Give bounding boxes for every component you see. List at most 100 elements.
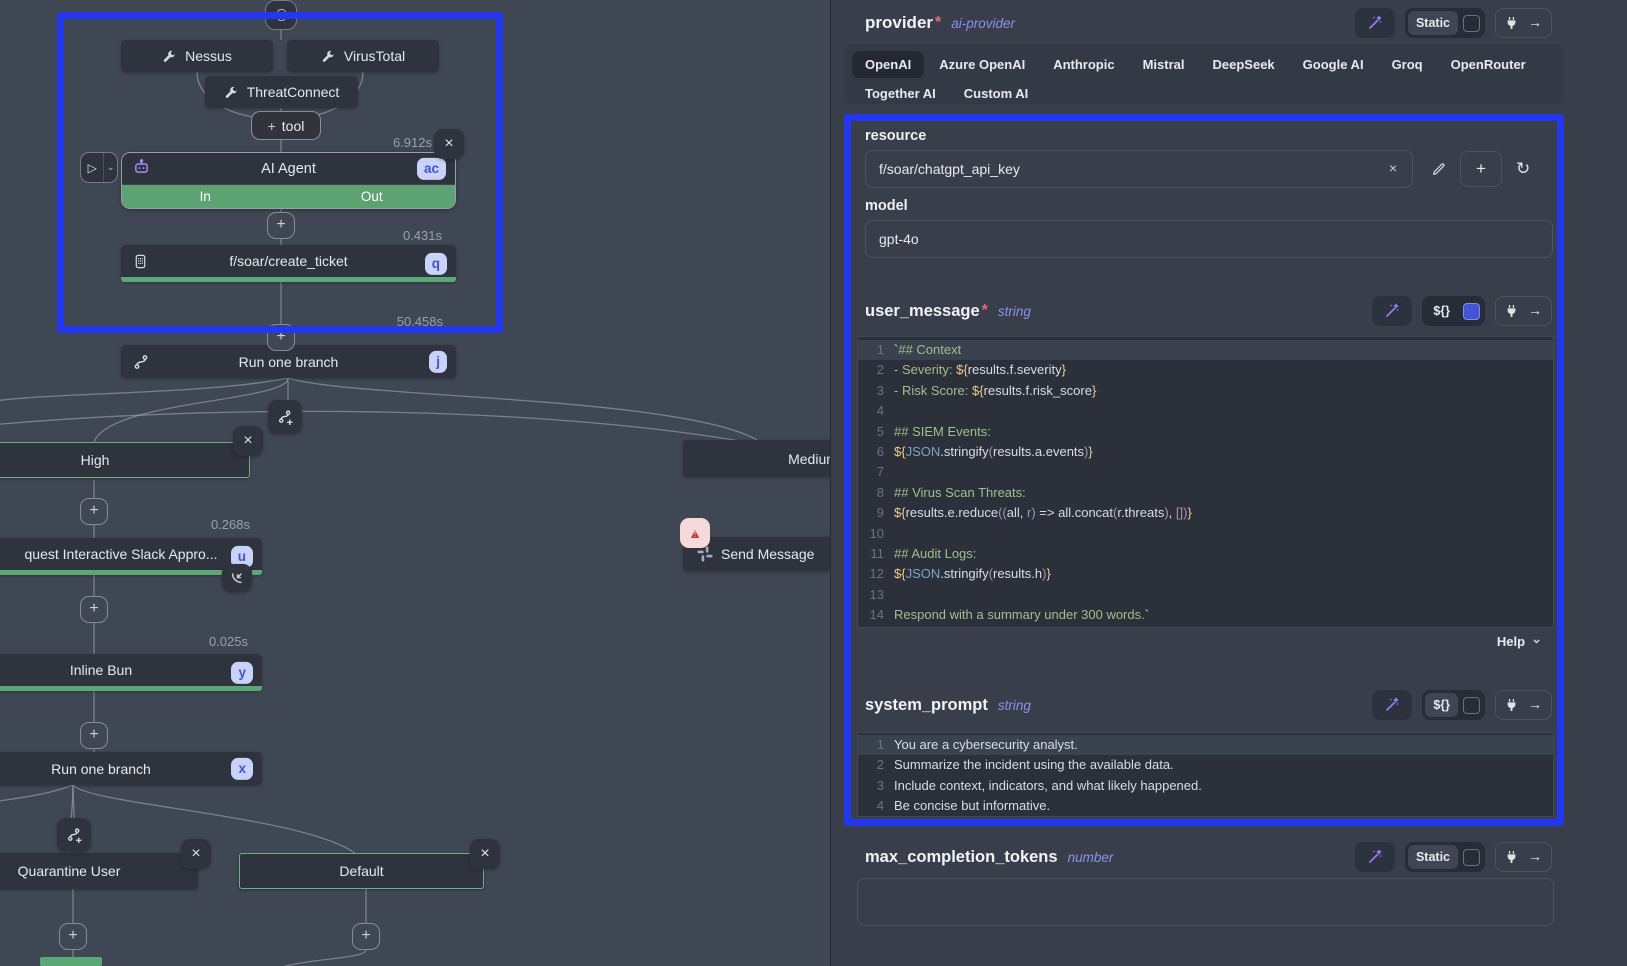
provider-tabs: OpenAIAzure OpenAIAnthropicMistralDeepSe…	[844, 44, 1564, 104]
field-name: system_prompt	[865, 696, 988, 715]
expression-mode-option[interactable]	[1460, 845, 1482, 869]
user-message-header: user_message* string ${}	[865, 296, 1552, 326]
flow-input-icon	[277, 9, 286, 21]
insert-step-button[interactable]	[80, 722, 108, 749]
resource-label: resource	[865, 128, 926, 144]
node-label: Default	[339, 863, 383, 879]
provider-tab-deepseek[interactable]: DeepSeek	[1200, 51, 1288, 78]
add-branch-button[interactable]	[57, 818, 91, 852]
help-dropdown[interactable]: Help	[1497, 634, 1542, 649]
connect-io-buttons[interactable]	[1495, 690, 1552, 720]
ai-fill-button[interactable]	[1372, 296, 1412, 326]
ai-fill-button[interactable]	[1355, 842, 1395, 872]
play-icon[interactable]: ▷	[81, 153, 103, 182]
provider-tab-groq[interactable]: Groq	[1379, 51, 1436, 78]
insert-step-button[interactable]	[267, 212, 295, 239]
provider-tab-mistral[interactable]: Mistral	[1130, 51, 1198, 78]
suspend-approval-button[interactable]	[222, 564, 252, 592]
static-mode-option[interactable]: Static	[1408, 845, 1458, 869]
template-mode-option[interactable]: ${}	[1425, 299, 1458, 323]
node-branch-high[interactable]: High	[0, 442, 250, 478]
insert-step-button[interactable]	[267, 324, 295, 351]
clipped-node	[40, 957, 102, 966]
help-label[interactable]: Help	[1497, 634, 1525, 649]
input-mode-toggle[interactable]: ${}	[1422, 690, 1485, 720]
flow-input-node[interactable]	[265, 0, 297, 30]
flow-canvas[interactable]: Nessus VirusTotal ThreatConnect + tool 6…	[0, 0, 830, 966]
connect-io-buttons[interactable]	[1495, 8, 1552, 38]
branch-icon	[133, 354, 149, 370]
max-tokens-input[interactable]	[857, 878, 1554, 926]
node-label: ThreatConnect	[247, 84, 340, 100]
model-input[interactable]	[865, 220, 1553, 258]
robot-icon	[133, 158, 150, 179]
node-quarantine-user[interactable]: Quarantine User	[0, 853, 198, 889]
node-label: Quarantine User	[18, 863, 121, 879]
node-virustotal[interactable]: VirusTotal	[287, 40, 439, 72]
remove-branch-button[interactable]	[470, 839, 500, 869]
provider-tab-anthropic[interactable]: Anthropic	[1040, 51, 1127, 78]
step-id-badge: j	[429, 350, 447, 372]
chevron-down-icon[interactable]: ⌄	[103, 153, 117, 182]
max-tokens-header: max_completion_tokens number Static	[865, 842, 1552, 872]
function-icon	[1463, 697, 1480, 714]
connect-io-buttons[interactable]	[1495, 296, 1552, 326]
node-create-ticket[interactable]: f/soar/create_ticket q	[121, 245, 456, 282]
field-type: string	[998, 304, 1031, 319]
code-editor-user-message[interactable]: 1`## Context2- Severity: ${results.f.sev…	[857, 336, 1554, 628]
wand-icon	[1384, 303, 1400, 319]
node-branch-default[interactable]: Default	[239, 853, 484, 889]
insert-step-button[interactable]	[352, 923, 380, 950]
model-label: model	[865, 198, 908, 214]
provider-tab-openai[interactable]: OpenAI	[852, 51, 924, 78]
expression-mode-option[interactable]	[1460, 299, 1482, 323]
field-type: string	[998, 698, 1031, 713]
remove-branch-button[interactable]	[233, 426, 263, 456]
input-mode-toggle[interactable]: ${}	[1422, 296, 1485, 326]
insert-step-button[interactable]	[80, 596, 108, 623]
agent-inout-bar[interactable]: In Out	[122, 184, 455, 208]
agent-out-label[interactable]: Out	[289, 185, 456, 208]
node-run-one-branch-2[interactable]: Run one branch x	[0, 752, 262, 785]
edit-resource-button[interactable]	[1431, 162, 1446, 177]
add-resource-button[interactable]	[1460, 151, 1502, 187]
agent-in-label[interactable]: In	[122, 185, 289, 208]
insert-step-button[interactable]	[59, 923, 87, 950]
expression-mode-option[interactable]	[1460, 693, 1482, 717]
ai-fill-button[interactable]	[1372, 690, 1412, 720]
provider-tab-openrouter[interactable]: OpenRouter	[1438, 51, 1539, 78]
insert-step-button[interactable]	[80, 498, 108, 525]
template-mode-option[interactable]: ${}	[1425, 693, 1458, 717]
refresh-resources-button[interactable]	[1516, 159, 1530, 179]
input-mode-toggle[interactable]: Static	[1405, 842, 1485, 872]
node-label: High	[81, 452, 110, 468]
connect-io-buttons[interactable]	[1495, 842, 1552, 872]
node-label: Nessus	[185, 48, 232, 64]
node-inline-bun[interactable]: Inline Bun y	[0, 654, 262, 691]
node-nessus[interactable]: Nessus	[121, 40, 273, 72]
expression-mode-option[interactable]	[1460, 11, 1482, 35]
input-mode-toggle[interactable]: Static	[1405, 8, 1485, 38]
node-label: Medium	[788, 451, 830, 467]
provider-tab-google-ai[interactable]: Google AI	[1290, 51, 1377, 78]
provider-tab-together-ai[interactable]: Together AI	[852, 80, 949, 107]
add-branch-button[interactable]	[268, 400, 302, 434]
node-ai-agent[interactable]: AI Agent ac In Out	[121, 152, 456, 209]
run-step-button[interactable]: ▷ ⌄	[80, 152, 118, 183]
arrow-right-icon	[1528, 696, 1542, 714]
provider-tab-azure-openai[interactable]: Azure OpenAI	[926, 51, 1038, 78]
node-label: Inline Bun	[70, 662, 132, 678]
ai-fill-button[interactable]	[1355, 8, 1395, 38]
provider-tab-custom-ai[interactable]: Custom AI	[951, 80, 1042, 107]
node-branch-medium[interactable]: Medium	[683, 440, 830, 477]
clear-resource-icon[interactable]	[1389, 160, 1397, 176]
node-label: Send Message	[721, 546, 814, 562]
resource-input[interactable]	[865, 150, 1413, 188]
remove-node-button[interactable]	[434, 129, 464, 159]
node-threatconnect[interactable]: ThreatConnect	[205, 76, 358, 108]
code-editor-system-prompt[interactable]: 1You are a cybersecurity analyst.2Summar…	[857, 732, 1554, 817]
provider-header: provider* ai-provider Static	[865, 8, 1552, 38]
remove-branch-button[interactable]	[181, 839, 211, 869]
static-mode-option[interactable]: Static	[1408, 11, 1458, 35]
add-tool-button[interactable]: + tool	[251, 111, 321, 140]
